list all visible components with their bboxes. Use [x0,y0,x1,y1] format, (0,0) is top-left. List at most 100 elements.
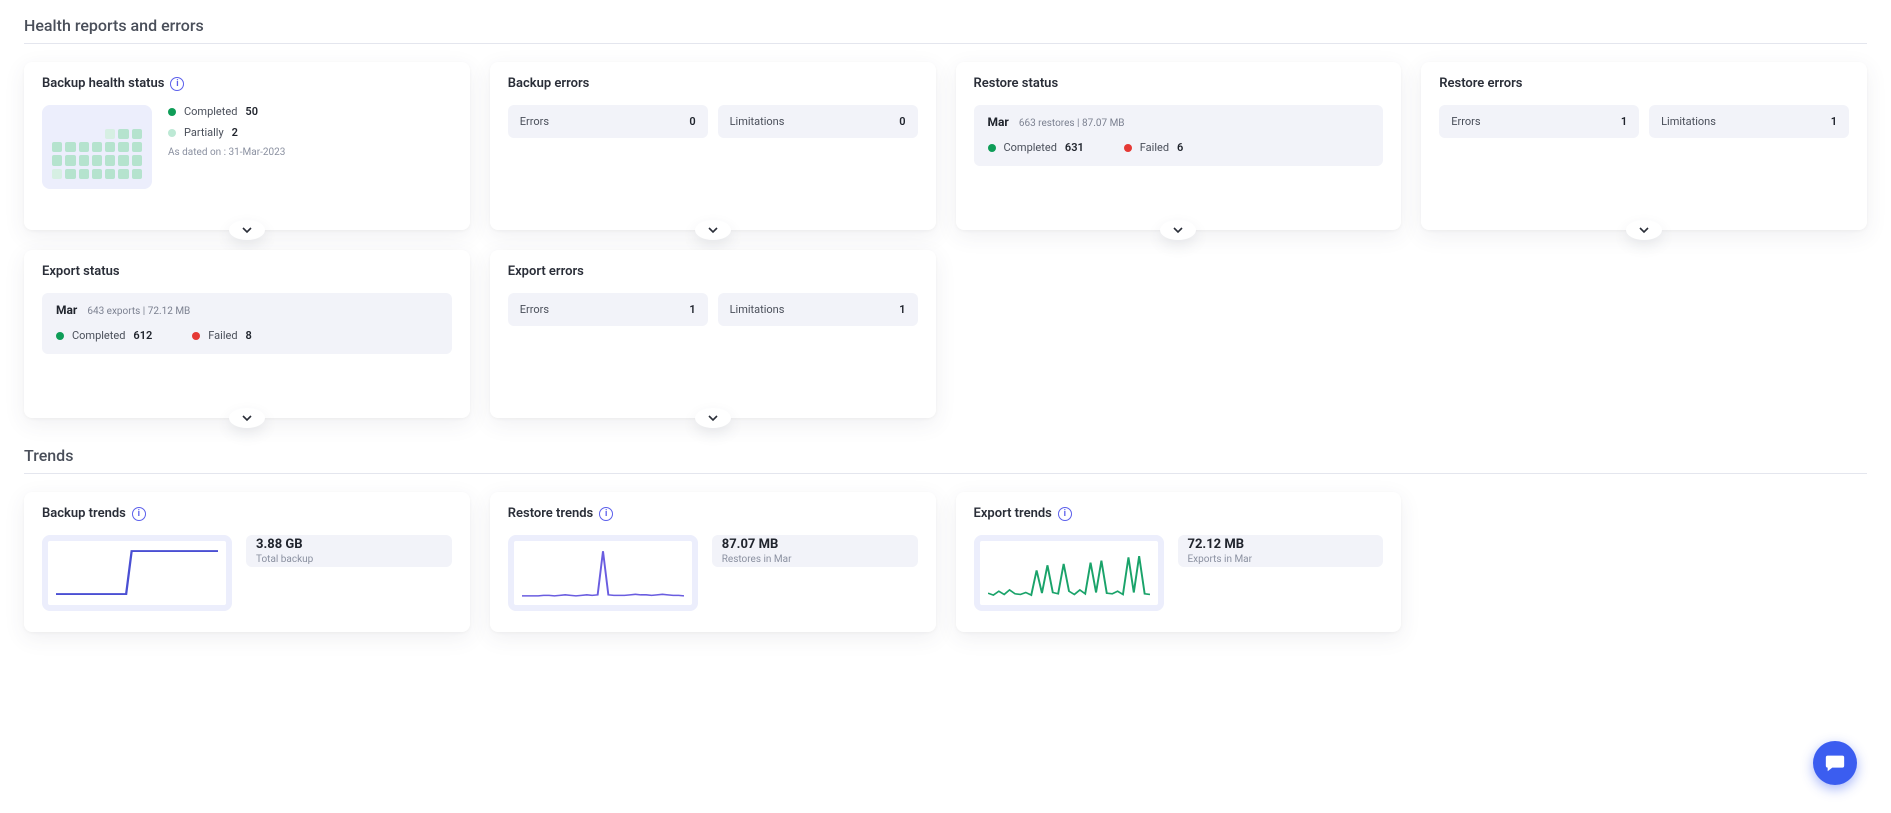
export-summary[interactable]: Mar 643 exports | 72.12 MB Completed 612… [42,293,452,354]
card-title-text: Restore errors [1439,76,1522,91]
legend-value: 50 [245,105,258,118]
card-title-text: Backup health status [42,76,164,91]
card-restore-trends: Restore trends i 87.07 MB Restores in Ma… [490,492,936,632]
trend-value: 3.88 GB [256,537,313,552]
stat-limitations[interactable]: Limitations 1 [1649,105,1849,138]
expand-button[interactable] [1626,220,1662,240]
expand-button[interactable] [695,220,731,240]
divider [24,43,1867,44]
restore-summary[interactable]: Mar 663 restores | 87.07 MB Completed 63… [974,105,1384,166]
dot-icon [168,129,176,137]
card-title-text: Export trends [974,506,1052,521]
sparkline-export[interactable] [974,535,1164,611]
chevron-down-icon [242,413,252,423]
trend-meta-restore: 87.07 MB Restores in Mar [712,535,918,567]
sparkline-restore[interactable] [508,535,698,611]
card-restore-errors: Restore errors Errors 1 Limitations 1 [1421,62,1867,230]
stat-value: 1 [899,303,905,316]
card-export-errors: Export errors Errors 1 Limitations 1 [490,250,936,418]
legend-label: Failed [1140,141,1169,154]
legend-completed: Completed 612 [56,329,152,342]
stat-errors[interactable]: Errors 1 [1439,105,1639,138]
dot-icon [168,108,176,116]
card-backup-errors: Backup errors Errors 0 Limitations 0 [490,62,936,230]
calendar-mini[interactable] [42,105,152,189]
legend-label: Partially [184,126,224,139]
legend-label: Completed [72,329,125,342]
card-title: Restore status [974,76,1384,91]
card-title-text: Restore status [974,76,1059,91]
card-title-text: Restore trends [508,506,593,521]
legend-label: Failed [208,329,237,342]
chat-icon [1824,752,1846,774]
info-icon[interactable]: i [599,507,613,521]
stat-label: Errors [1451,115,1480,128]
section-title-health: Health reports and errors [24,16,1867,35]
card-restore-status: Restore status Mar 663 restores | 87.07 … [956,62,1402,230]
dot-icon [988,144,996,152]
card-title: Backup trends i [42,506,452,521]
stat-value: 1 [1621,115,1627,128]
card-title: Restore errors [1439,76,1849,91]
stat-label: Errors [520,303,549,316]
card-backup-trends: Backup trends i 3.88 GB Total backup [24,492,470,632]
info-icon[interactable]: i [1058,507,1072,521]
chevron-down-icon [708,225,718,235]
summary-sub: 663 restores | 87.07 MB [1019,118,1125,129]
summary-month: Mar [988,115,1009,129]
trend-value: 87.07 MB [722,537,792,552]
legend-completed: Completed 50 [168,105,285,118]
chevron-down-icon [708,413,718,423]
section-title-trends: Trends [24,446,1867,465]
legend-failed: Failed 6 [1124,141,1184,154]
chat-button[interactable] [1813,741,1857,785]
stat-label: Errors [520,115,549,128]
dot-icon [56,332,64,340]
card-title: Export errors [508,264,918,279]
stat-limitations[interactable]: Limitations 1 [718,293,918,326]
stat-value: 0 [899,115,905,128]
expand-button[interactable] [695,408,731,428]
legend-value: 631 [1065,141,1084,154]
stat-label: Limitations [730,303,785,316]
expand-button[interactable] [229,408,265,428]
card-title-text: Export errors [508,264,584,279]
stat-value: 0 [689,115,695,128]
stat-errors[interactable]: Errors 0 [508,105,708,138]
card-export-status: Export status Mar 643 exports | 72.12 MB… [24,250,470,418]
legend-label: Completed [184,105,237,118]
stat-errors[interactable]: Errors 1 [508,293,708,326]
sparkline-backup[interactable] [42,535,232,611]
trend-meta-backup: 3.88 GB Total backup [246,535,452,567]
chevron-down-icon [1639,225,1649,235]
divider [24,473,1867,474]
card-title-text: Backup trends [42,506,126,521]
expand-button[interactable] [1160,220,1196,240]
trend-value: 72.12 MB [1188,537,1253,552]
legend-value: 6 [1177,141,1183,154]
chevron-down-icon [242,225,252,235]
trends-grid: Backup trends i 3.88 GB Total backup Res… [24,492,1867,632]
trend-caption: Exports in Mar [1188,554,1253,565]
expand-button[interactable] [229,220,265,240]
dot-icon [192,332,200,340]
card-title: Backup errors [508,76,918,91]
legend-partially: Partially 2 [168,126,285,139]
stat-value: 1 [1831,115,1837,128]
trend-meta-export: 72.12 MB Exports in Mar [1178,535,1384,567]
trend-caption: Restores in Mar [722,554,792,565]
card-title: Backup health status i [42,76,452,91]
card-export-trends: Export trends i 72.12 MB Exports in Mar [956,492,1402,632]
info-icon[interactable]: i [132,507,146,521]
legend-label: Completed [1004,141,1057,154]
health-grid: Backup health status i Completed 50 [24,62,1867,418]
card-title: Export status [42,264,452,279]
legend-completed: Completed 631 [988,141,1084,154]
info-icon[interactable]: i [170,77,184,91]
stat-label: Limitations [1661,115,1716,128]
stat-limitations[interactable]: Limitations 0 [718,105,918,138]
card-title: Export trends i [974,506,1384,521]
chevron-down-icon [1173,225,1183,235]
trend-caption: Total backup [256,554,313,565]
as-dated-text: As dated on : 31-Mar-2023 [168,147,285,158]
